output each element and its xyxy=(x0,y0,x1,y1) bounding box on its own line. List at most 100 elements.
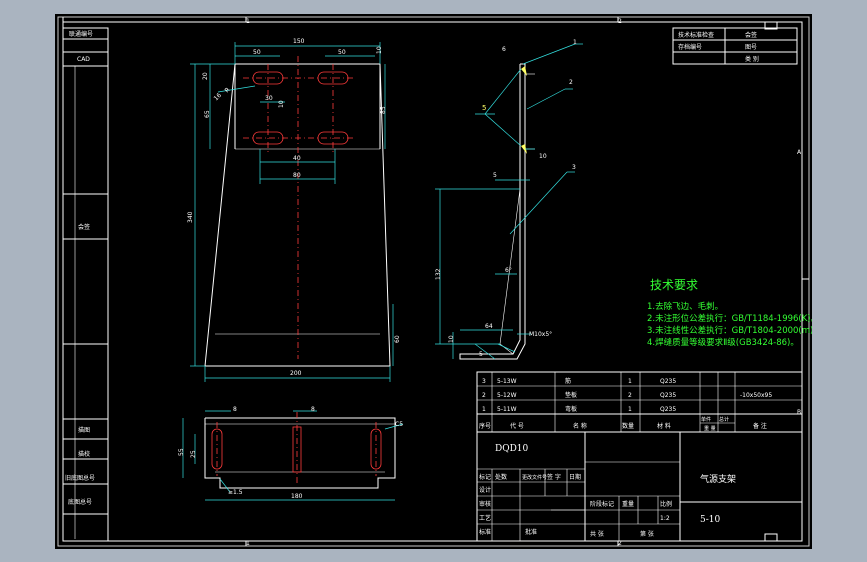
bom-material: Q235 xyxy=(660,378,676,385)
zone-right-b: B xyxy=(797,409,801,416)
note-line-3: 3.未注线性公差执行：GB/T1804-2000(m)。 xyxy=(647,325,812,336)
weld-5-top: 5 xyxy=(482,104,486,112)
left-cell-5: 旧底图总号 xyxy=(65,474,95,482)
rev-label-1: 处数 xyxy=(495,473,507,481)
dim-20: 20 xyxy=(202,72,209,80)
note-line-1: 1.去除飞边、毛刺。 xyxy=(647,301,723,312)
dim-10-small: 10 xyxy=(278,100,285,108)
dim-side-6: 6 xyxy=(502,46,506,53)
cad-drawing: 1 2 1 2 A B 联通编号 CAD 会签 描图 描校 旧底图总号 底图总号… xyxy=(57,16,812,547)
zone-top-2: 2 xyxy=(618,18,622,25)
dim-10-top: 10 xyxy=(376,46,383,54)
thread-spec: M10x5° xyxy=(529,331,552,338)
left-info-column: 联通编号 CAD 会签 描图 描校 旧底图总号 底图总号 xyxy=(62,27,109,542)
bom-header-no: 序号 xyxy=(479,422,491,430)
dim-r: R xyxy=(224,86,232,94)
sheet-page-label: 第 张 xyxy=(640,530,654,538)
dim-bottom-8a: 8 xyxy=(233,406,237,413)
rev-label-2: 更改文件号 xyxy=(522,474,547,481)
bom-name: 垫板 xyxy=(565,391,577,399)
scale-label: 比例 xyxy=(660,500,672,508)
note-line-2: 2.未注形位公差执行：GB/T1184-1996(K)。 xyxy=(647,313,812,324)
rev-label-4: 日期 xyxy=(569,473,581,481)
bom-code: 5-11W xyxy=(497,406,517,413)
weld-10: 10 xyxy=(539,153,547,160)
top-table-r1c2: 会签 xyxy=(745,31,757,39)
weight-label: 重量 xyxy=(622,500,634,508)
bom-header-qty: 数量 xyxy=(622,422,634,430)
dim-gap-5: 5 xyxy=(479,351,483,358)
top-table-r2c2: 图号 xyxy=(745,44,757,51)
bom-header-single: 单件 xyxy=(701,416,711,423)
side-view: 1 2 3 6 5 10 5 132 6° 10 64 M10x5° 5 xyxy=(435,39,583,360)
bom-header-material: 材 料 xyxy=(657,422,671,430)
left-cell-0: 联通编号 xyxy=(69,30,93,38)
bottom-view: 8 8 55 25 C5 ≥1.5 180 xyxy=(178,406,403,501)
dim-340: 340 xyxy=(187,211,194,223)
dim-180: 180 xyxy=(291,493,303,500)
bom-code: 5-12W xyxy=(497,392,517,399)
cad-drawing-viewport[interactable]: 1 2 1 2 A B 联通编号 CAD 会签 描图 描校 旧底图总号 底图总号… xyxy=(55,14,812,549)
sign-label-2: 工艺 xyxy=(479,514,491,522)
bom-header-total: 总计 xyxy=(719,416,729,423)
project-code: DQD10 xyxy=(495,444,529,454)
left-cell-3: 描图 xyxy=(78,426,90,434)
left-cell-6: 底图总号 xyxy=(68,498,92,506)
dim-55: 55 xyxy=(178,448,185,456)
bom-no: 2 xyxy=(482,392,486,399)
bom-qty: 2 xyxy=(628,392,632,399)
dim-60: 60 xyxy=(394,335,401,343)
note-line-4: 4.焊缝质量等级要求Ⅱ级(GB3424-86)。 xyxy=(647,337,799,348)
bom-no: 1 xyxy=(482,406,486,413)
zone-top-1: 1 xyxy=(246,18,250,25)
bom-table: 3 5-13W 筋 1 Q235 2 5-12W 垫板 2 Q235 -10x5… xyxy=(476,371,803,433)
stage-label: 阶段标记 xyxy=(590,500,614,508)
dim-small: ≥1.5 xyxy=(228,489,243,496)
callout-1: 1 xyxy=(573,39,577,46)
part-name: 气源支架 xyxy=(700,473,736,485)
dim-bottom-8b: 8 xyxy=(311,406,315,413)
dim-85: 85 xyxy=(380,106,387,114)
drawing-number: 5-10 xyxy=(700,515,720,525)
sign-label-3: 标准 xyxy=(479,528,491,536)
bom-row: 3 5-13W 筋 1 Q235 xyxy=(482,377,676,385)
technical-notes: 技术要求 1.去除飞边、毛刺。 2.未注形位公差执行：GB/T1184-1996… xyxy=(647,278,812,348)
bom-row: 1 5-11W 弯板 1 Q235 xyxy=(482,405,676,413)
left-cell-2: 会签 xyxy=(78,223,90,231)
label-c5: C5 xyxy=(395,421,403,428)
bom-name: 筋 xyxy=(565,377,571,385)
rev-label-0: 标记 xyxy=(479,473,491,481)
bom-material: Q235 xyxy=(660,406,676,413)
bom-qty: 1 xyxy=(628,378,632,385)
top-table-r3c2: 类 别 xyxy=(745,55,759,63)
dim-30: 30 xyxy=(265,95,273,102)
sheet-total-label: 共 张 xyxy=(590,530,604,538)
dim-10-bottom: 10 xyxy=(448,335,455,343)
zone-bottom-1: 1 xyxy=(246,540,250,547)
dim-16: 16 xyxy=(213,92,223,102)
bom-header-name: 名 称 xyxy=(573,422,587,430)
dim-50-left: 50 xyxy=(253,49,261,56)
scale-value: 1:2 xyxy=(660,515,670,522)
dim-50-right: 50 xyxy=(338,49,346,56)
zone-right-a: A xyxy=(797,149,802,156)
bom-material: Q235 xyxy=(660,392,676,399)
callout-3: 3 xyxy=(572,164,576,171)
bom-row: 2 5-12W 垫板 2 Q235 -10x50x95 xyxy=(482,391,772,399)
dim-25: 25 xyxy=(190,450,197,458)
bom-code: 5-13W xyxy=(497,378,517,385)
top-table-r2c1: 存档编号 xyxy=(678,43,702,51)
sign-label-0: 设计 xyxy=(479,486,491,494)
dim-64: 64 xyxy=(485,323,493,330)
dim-angle-6: 6° xyxy=(505,267,512,274)
bom-header-code: 代 号 xyxy=(510,422,524,430)
left-cell-1: CAD xyxy=(77,56,90,63)
top-table-r1c1: 技术标准检查 xyxy=(678,31,714,39)
dim-40: 40 xyxy=(293,155,301,162)
bom-name: 弯板 xyxy=(565,405,577,413)
bom-header-weight: 重 量 xyxy=(704,425,716,432)
bom-header-remark: 备 注 xyxy=(753,422,767,430)
rev-label-3: 签 字 xyxy=(547,473,561,481)
title-block: DQD10 气源支架 5-10 标记 处数 更改文件号 签 字 日期 设计 审核… xyxy=(476,431,803,542)
dim-150: 150 xyxy=(293,38,305,45)
